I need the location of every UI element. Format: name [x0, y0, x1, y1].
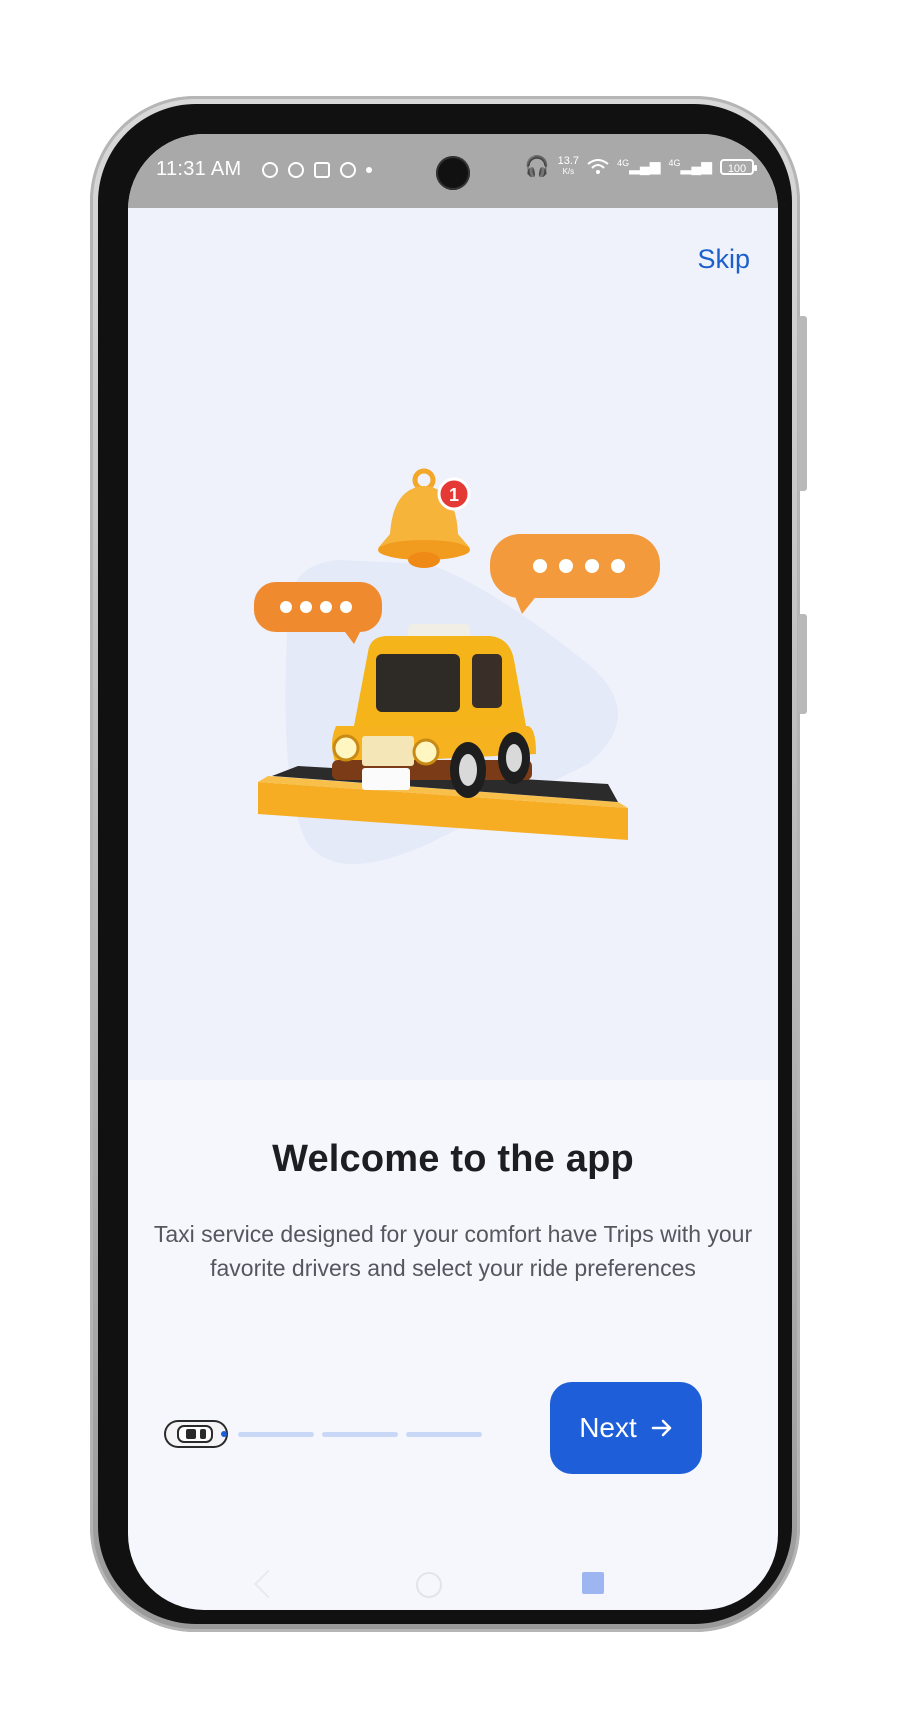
headphones-icon: 🎧 — [524, 156, 550, 178]
notification-icons — [262, 162, 372, 178]
back-nav-icon[interactable] — [253, 1569, 283, 1599]
status-time: 11:31 AM — [156, 158, 242, 180]
battery-icon: 100 — [720, 158, 757, 175]
wifi-icon — [587, 158, 609, 174]
chrome-icon — [340, 162, 356, 178]
calendar-icon — [314, 162, 330, 178]
home-nav-icon[interactable] — [416, 1572, 442, 1598]
onboarding-progress — [164, 1414, 482, 1454]
notification-count: 1 — [449, 485, 459, 505]
notification-badge: 1 — [437, 477, 471, 511]
signal-1: 4G▂▄▆ — [617, 158, 660, 175]
status-bar: 11:31 AM 🎧 13.7 K/s 4G▂▄▆ 4G▂▄▆ 100 — [128, 134, 778, 208]
system-nav-bar — [128, 1566, 778, 1610]
progress-car-indicator — [164, 1420, 228, 1448]
next-label: Next — [579, 1412, 637, 1443]
arrow-right-icon — [651, 1419, 672, 1437]
network-type-1: 4G — [617, 158, 630, 168]
front-camera — [436, 156, 470, 190]
progress-step-3 — [322, 1432, 398, 1437]
progress-step-4 — [406, 1432, 482, 1437]
recents-nav-icon[interactable] — [582, 1572, 604, 1594]
signal-2: 4G▂▄▆ — [669, 158, 712, 175]
speed-value: 13.7 — [557, 155, 580, 167]
car-icon — [177, 1425, 227, 1443]
next-button[interactable]: Next — [550, 1382, 702, 1474]
page-title: Welcome to the app — [272, 1138, 634, 1180]
screen: 11:31 AM 🎧 13.7 K/s 4G▂▄▆ 4G▂▄▆ 100 Skip… — [128, 134, 778, 1610]
phone-frame: 11:31 AM 🎧 13.7 K/s 4G▂▄▆ 4G▂▄▆ 100 Skip… — [90, 96, 807, 1632]
progress-step-2 — [238, 1432, 314, 1437]
taxi-illustration: 1 — [254, 468, 660, 864]
battery-level: 100 — [727, 162, 747, 175]
message-icon — [288, 162, 304, 178]
phone-bezel: 11:31 AM 🎧 13.7 K/s 4G▂▄▆ 4G▂▄▆ 100 Skip… — [98, 104, 792, 1624]
skip-button[interactable]: Skip — [697, 244, 750, 275]
more-notifications-icon — [366, 167, 372, 173]
speed-unit: K/s — [562, 167, 575, 176]
network-speed: 13.7 K/s — [558, 156, 579, 177]
chat-bubble-right — [490, 534, 660, 614]
app-notification-icon — [262, 162, 278, 178]
power-button — [798, 316, 807, 491]
status-right-icons: 🎧 13.7 K/s 4G▂▄▆ 4G▂▄▆ 100 — [524, 154, 757, 179]
network-type-2: 4G — [668, 158, 681, 168]
signal-bars-icon: ▂▄▆ — [629, 158, 661, 174]
signal-bars-icon: ▂▄▆ — [680, 158, 712, 174]
page-description: Taxi service designed for your comfort h… — [153, 1221, 753, 1281]
volume-button — [798, 614, 807, 714]
